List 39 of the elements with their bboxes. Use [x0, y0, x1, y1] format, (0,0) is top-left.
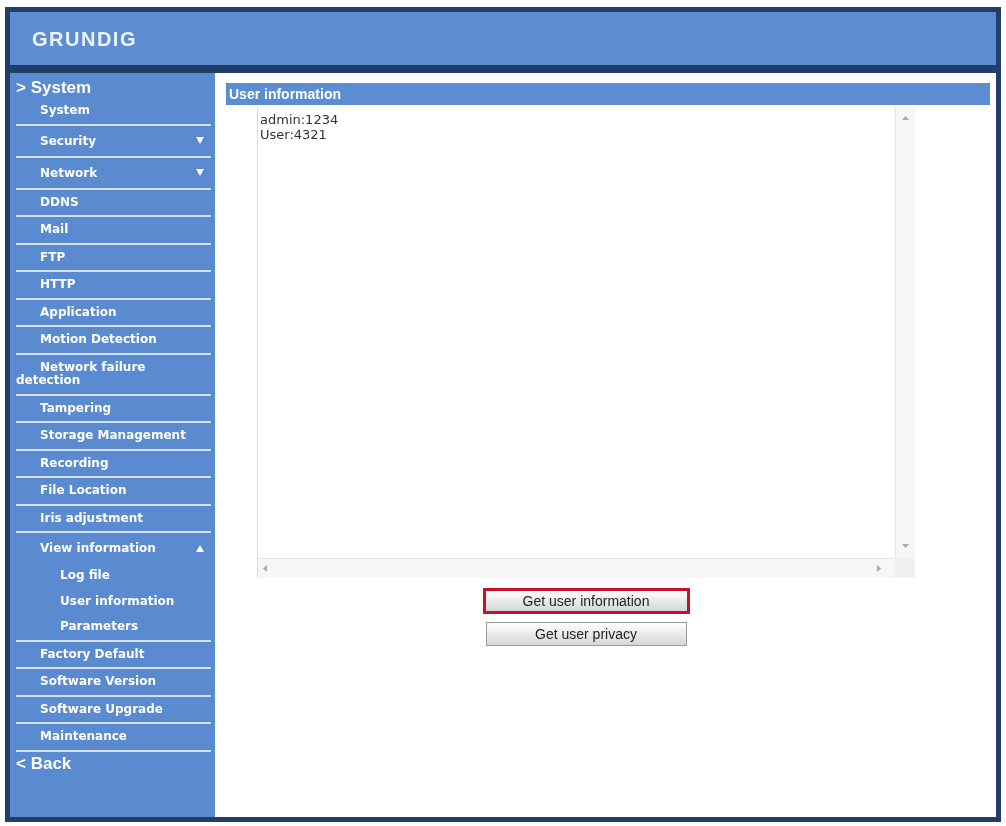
- sidebar-link[interactable]: Tampering: [16, 401, 112, 415]
- sidebar-link[interactable]: Application: [16, 305, 117, 319]
- section-header: User information: [226, 83, 990, 105]
- sidebar-link[interactable]: FTP: [16, 250, 66, 264]
- sidebar-link[interactable]: Mail: [16, 223, 69, 237]
- sidebar-link[interactable]: Software Version: [16, 675, 156, 689]
- sidebar-link[interactable]: Network failure detection: [16, 360, 201, 388]
- sidebar-link[interactable]: File Location: [16, 484, 127, 498]
- scroll-right-arrow-icon[interactable]: [877, 565, 881, 572]
- sidebar-link[interactable]: Recording: [16, 456, 109, 470]
- action-button[interactable]: Get user information: [482, 588, 690, 614]
- scroll-down-arrow-icon[interactable]: [902, 544, 909, 548]
- sidebar-section-title: > System: [16, 78, 93, 98]
- sidebar-link[interactable]: Factory Default: [16, 647, 145, 661]
- sidebar-group-toggle[interactable]: View information: [16, 533, 211, 563]
- logo-text: GRUNDIG: [32, 26, 137, 52]
- sidebar-link[interactable]: Software Upgrade: [16, 702, 163, 716]
- sidebar-link[interactable]: Iris adjustment: [16, 511, 143, 525]
- scrollbar-corner: [895, 558, 915, 578]
- text-area[interactable]: admin:1234 User:4321: [257, 107, 915, 578]
- sidebar-subitem-link[interactable]: User information: [60, 593, 175, 608]
- sidebar-group-toggle[interactable]: Security: [16, 125, 211, 156]
- sidebar-subitem-link[interactable]: Parameters: [60, 619, 139, 633]
- sidebar-link[interactable]: Maintenance: [16, 730, 127, 744]
- sidebar-link[interactable]: DDNS: [16, 195, 79, 209]
- text-line: admin:1234: [260, 112, 339, 127]
- sidebar-link[interactable]: System: [16, 104, 90, 118]
- sidebar-link[interactable]: Storage Management: [16, 429, 186, 443]
- back-link[interactable]: < Back: [16, 753, 72, 773]
- sidebar-subitem-link[interactable]: Log file: [60, 568, 110, 582]
- text-line: User:4321: [260, 127, 327, 142]
- vertical-scrollbar[interactable]: [895, 107, 915, 558]
- scroll-up-arrow-icon[interactable]: [902, 116, 909, 120]
- sidebar-group-toggle[interactable]: Network: [16, 157, 211, 188]
- sidebar-link[interactable]: Motion Detection: [16, 333, 157, 347]
- action-button[interactable]: Get user privacy: [485, 622, 687, 646]
- sidebar-link[interactable]: HTTP: [16, 278, 76, 292]
- scroll-left-arrow-icon[interactable]: [263, 565, 267, 572]
- horizontal-scrollbar[interactable]: [258, 558, 895, 578]
